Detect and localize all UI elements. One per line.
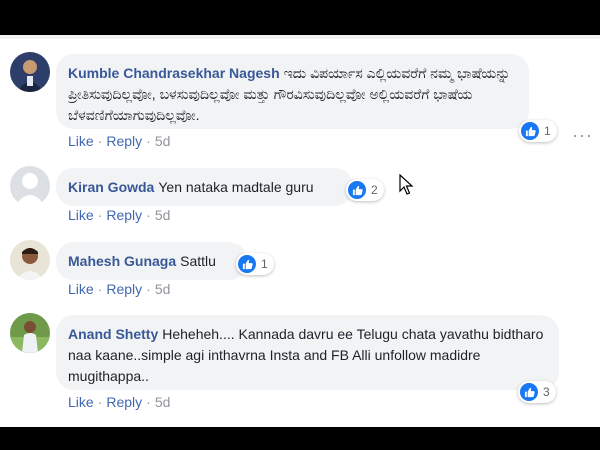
thumbs-up-icon — [520, 383, 538, 401]
comment-text: Yen nataka madtale guru — [158, 179, 314, 195]
avatar[interactable] — [10, 240, 50, 280]
comment-actions: Like · Reply · 5d — [68, 281, 170, 297]
comment-author[interactable]: Mahesh Gunaga — [68, 253, 176, 269]
comment-timestamp[interactable]: 5d — [155, 207, 171, 223]
comment-author[interactable]: Kumble Chandrasekhar Nagesh — [68, 65, 280, 81]
reaction-count[interactable]: 2 — [346, 179, 384, 201]
separator-dot: · — [97, 207, 103, 223]
separator-dot: · — [97, 133, 103, 149]
separator-dot: · — [146, 207, 151, 223]
thumbs-up-icon — [521, 122, 539, 140]
comment-timestamp[interactable]: 5d — [155, 281, 171, 297]
like-link[interactable]: Like — [68, 394, 94, 410]
avatar[interactable] — [10, 313, 50, 353]
like-link[interactable]: Like — [68, 207, 94, 223]
avatar[interactable] — [10, 166, 50, 206]
like-link[interactable]: Like — [68, 133, 94, 149]
more-options-icon[interactable]: ··· — [572, 125, 593, 146]
comment-bubble: Mahesh Gunaga Sattlu — [56, 242, 247, 280]
reply-link[interactable]: Reply — [106, 394, 142, 410]
separator-dot: · — [146, 281, 151, 297]
reaction-count-value: 1 — [544, 124, 551, 138]
separator-dot: · — [146, 394, 151, 410]
thumbs-up-icon — [238, 255, 256, 273]
reaction-count-value: 2 — [371, 183, 378, 197]
reply-link[interactable]: Reply — [106, 207, 142, 223]
comment-timestamp[interactable]: 5d — [155, 394, 171, 410]
comment-bubble: Anand Shetty Heheheh.... Kannada davru ee… — [56, 315, 559, 390]
comment-bubble: Kumble Chandrasekhar Nagesh ಇದು ವಿಪರ್ಯಾಸ … — [56, 54, 529, 129]
mouse-cursor-icon — [399, 173, 415, 201]
comment-timestamp[interactable]: 5d — [155, 133, 171, 149]
reply-link[interactable]: Reply — [106, 281, 142, 297]
thumbs-up-icon — [348, 181, 366, 199]
reply-link[interactable]: Reply — [106, 133, 142, 149]
comment-author[interactable]: Kiran Gowda — [68, 179, 154, 195]
reaction-count[interactable]: 3 — [518, 381, 556, 403]
comments-panel: Kumble Chandrasekhar Nagesh ಇದು ವಿಪರ್ಯಾಸ … — [0, 35, 600, 427]
comment-actions: Like · Reply · 5d — [68, 394, 170, 410]
reaction-count[interactable]: 1 — [519, 120, 557, 142]
comment-actions: Like · Reply · 5d — [68, 207, 170, 223]
reaction-count-value: 1 — [261, 257, 268, 271]
separator-dot: · — [97, 394, 103, 410]
comment-actions: Like · Reply · 5d — [68, 133, 170, 149]
comment-author[interactable]: Anand Shetty — [68, 326, 158, 342]
reaction-count-value: 3 — [543, 385, 550, 399]
reaction-count[interactable]: 1 — [236, 253, 274, 275]
separator-dot: · — [146, 133, 151, 149]
like-link[interactable]: Like — [68, 281, 94, 297]
comment-bubble: Kiran Gowda Yen nataka madtale guru — [56, 168, 353, 206]
top-divider — [0, 35, 600, 39]
separator-dot: · — [97, 281, 103, 297]
avatar[interactable] — [10, 52, 50, 92]
comment-text: Sattlu — [180, 253, 216, 269]
